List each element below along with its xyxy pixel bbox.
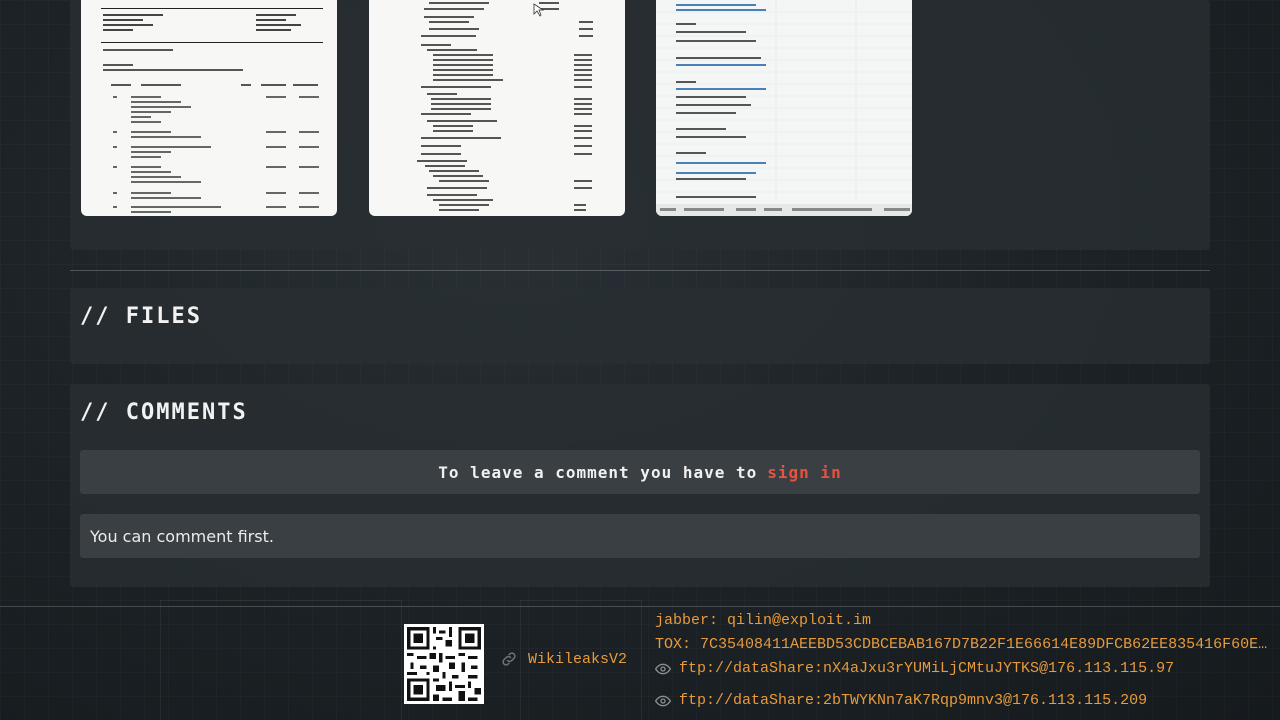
ftp-link-1-label: ftp://dataShare:nX4aJxu3rYUMiLjCMtuJYTKS… (679, 660, 1175, 677)
document-thumbnail-quotation[interactable] (81, 0, 337, 216)
empty-comments-message: You can comment first. (80, 514, 1200, 558)
link-icon (502, 652, 516, 666)
section-divider (70, 270, 1210, 271)
comments-section: // COMMENTS To leave a comment you have … (70, 384, 1210, 587)
ftp-link-2-label: ftp://dataShare:2bTWYKNn7aK7Rqp9mnv3@176… (679, 692, 1148, 709)
footer-decoration (160, 600, 402, 720)
jabber-contact[interactable]: jabber: qilin@exploit.im (655, 612, 871, 629)
wikileaks-link-label: WikileaksV2 (528, 650, 628, 668)
tox-contact[interactable]: TOX: 7C35408411AEEBD53CDBCEBAB167D7B22F1… (655, 636, 1275, 653)
document-thumbnail-contact-list[interactable] (656, 0, 912, 216)
eye-icon (655, 663, 671, 674)
wikileaks-link[interactable]: WikileaksV2 (500, 650, 627, 668)
signin-prompt-box: To leave a comment you have to sign in (80, 450, 1200, 494)
document-thumbnail-balance-sheet[interactable] (369, 0, 625, 216)
ftp-link-1[interactable]: ftp://dataShare:nX4aJxu3rYUMiLjCMtuJYTKS… (655, 660, 1174, 677)
comments-title: // COMMENTS (80, 400, 248, 425)
eye-icon (655, 695, 671, 706)
signin-link[interactable]: sign in (767, 463, 841, 482)
signin-prompt-text: To leave a comment you have to (438, 462, 758, 482)
qr-code-icon (404, 624, 484, 704)
gallery-panel (70, 0, 1210, 250)
files-section: // FILES (70, 288, 1210, 364)
ftp-link-2[interactable]: ftp://dataShare:2bTWYKNn7aK7Rqp9mnv3@176… (655, 692, 1147, 709)
files-title: // FILES (80, 304, 202, 329)
